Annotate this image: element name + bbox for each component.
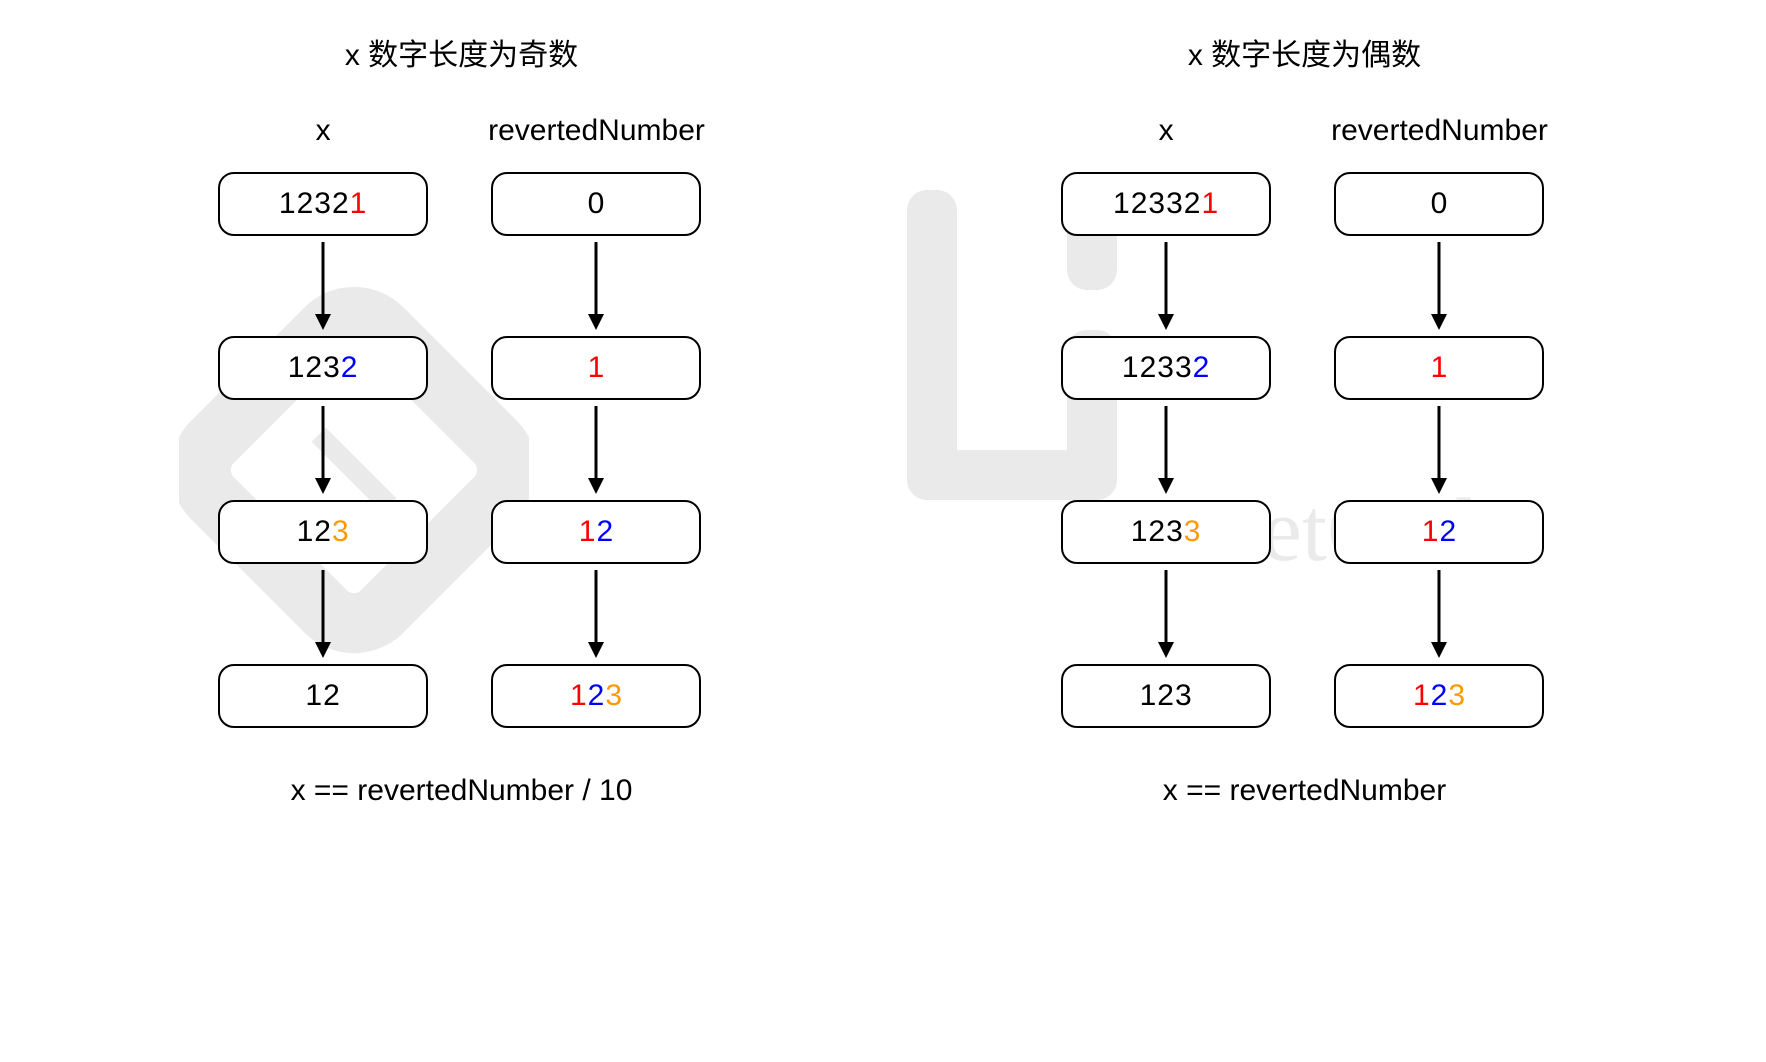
value-box: 1232: [218, 336, 428, 400]
arrow-down: [312, 236, 334, 336]
column-title-x: x: [316, 114, 331, 148]
arrow-down: [1428, 400, 1450, 500]
column-reverted: revertedNumber 0 1 12 123: [488, 114, 705, 728]
value-box: 123: [1061, 664, 1271, 728]
arrow-down: [312, 400, 334, 500]
diagram-root: x 数字长度为奇数 x 12321 1232 123 12 revertedNu…: [40, 30, 1726, 808]
arrow-down: [1155, 236, 1177, 336]
arrow-down: [1155, 400, 1177, 500]
value-box: 0: [1334, 172, 1544, 236]
column-reverted: revertedNumber 0 1 12 123: [1331, 114, 1548, 728]
section-odd: x 数字长度为奇数 x 12321 1232 123 12 revertedNu…: [218, 30, 705, 808]
arrow-down: [1428, 564, 1450, 664]
value-box: 0: [491, 172, 701, 236]
footer-equation: x == revertedNumber: [1163, 774, 1446, 808]
value-box: 12332: [1061, 336, 1271, 400]
arrow-down: [1155, 564, 1177, 664]
section-title: x 数字长度为奇数: [345, 30, 578, 74]
footer-equation: x == revertedNumber / 10: [291, 774, 633, 808]
arrow-down: [1428, 236, 1450, 336]
column-x: x 12321 1232 123 12: [218, 114, 428, 728]
value-box: 123: [1334, 664, 1544, 728]
arrow-down: [312, 564, 334, 664]
column-title-reverted: revertedNumber: [1331, 114, 1548, 148]
value-box: 123321: [1061, 172, 1271, 236]
value-box: 12: [1334, 500, 1544, 564]
column-title-reverted: revertedNumber: [488, 114, 705, 148]
value-box: 12: [218, 664, 428, 728]
arrow-down: [585, 400, 607, 500]
value-box: 123: [491, 664, 701, 728]
columns: x 123321 12332 1233 123 revertedNumber 0…: [1061, 114, 1548, 728]
value-box: 12: [491, 500, 701, 564]
section-title: x 数字长度为偶数: [1188, 30, 1421, 74]
value-box: 12321: [218, 172, 428, 236]
value-box: 1233: [1061, 500, 1271, 564]
arrow-down: [585, 564, 607, 664]
columns: x 12321 1232 123 12 revertedNumber 0 1 1…: [218, 114, 705, 728]
arrow-down: [585, 236, 607, 336]
value-box: 1: [491, 336, 701, 400]
column-title-x: x: [1159, 114, 1174, 148]
column-x: x 123321 12332 1233 123: [1061, 114, 1271, 728]
value-box: 123: [218, 500, 428, 564]
section-even: x 数字长度为偶数 x 123321 12332 1233 123 revert…: [1061, 30, 1548, 808]
value-box: 1: [1334, 336, 1544, 400]
